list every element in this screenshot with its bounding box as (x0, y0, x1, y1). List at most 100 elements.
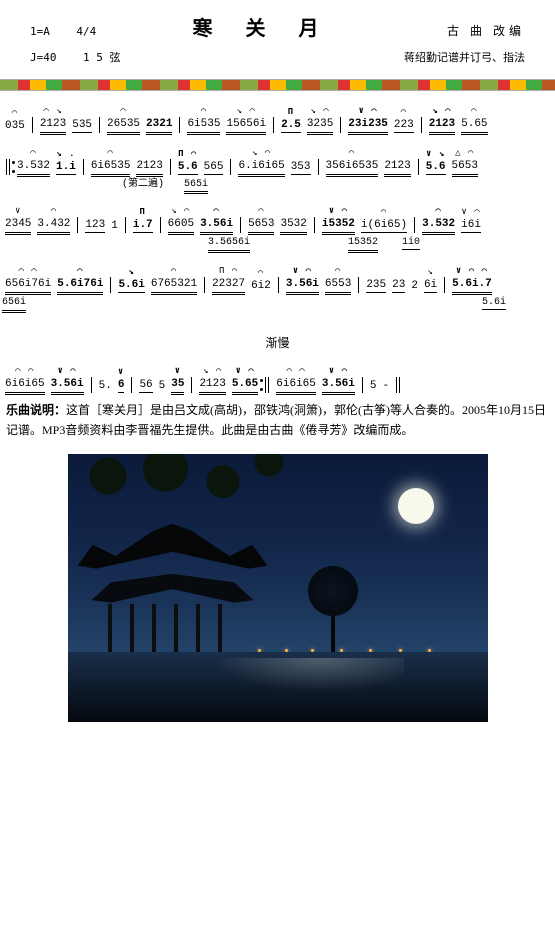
barline (170, 159, 171, 175)
note-group: ⌒3.532 (422, 218, 455, 233)
barline (444, 277, 445, 293)
note-group: ⌒3.432 (37, 218, 70, 233)
note-group: ∨35 (171, 378, 184, 393)
note-group: ⌒6765321 (151, 278, 197, 293)
note-group: ↘ ⌒15656i (226, 118, 266, 133)
score-line: ∨2345⌒3.4321231Πi.7↘ ⌒6605⌒3.56i⌒5653353… (2, 217, 553, 233)
note-group: ⌒6553 (325, 278, 351, 293)
note-group: ↘ ⌒2123 (199, 378, 225, 393)
note-group: ⌒6i535 (187, 118, 220, 133)
note-group: ↘ ⌒6605 (168, 218, 194, 233)
note-group: 2 (411, 280, 418, 293)
note-group: 2321 (146, 118, 172, 133)
score-line: ⌒ ⌒6i6i65∨ ⌒3.56i5.∨6565∨35↘ ⌒2123∨ ⌒5.6… (2, 377, 553, 393)
score-subline: 3.5656i153521i0 (2, 237, 553, 251)
barline (314, 217, 315, 233)
note-group: ⌒ ⌒6i6i65 (276, 378, 316, 393)
barline (230, 159, 231, 175)
desc-label: 乐曲说明： (6, 403, 66, 417)
note-group: 5 (370, 380, 377, 393)
foliage (68, 454, 292, 518)
note-group: 353 (291, 161, 311, 175)
note-group: ⌒6i6535 (91, 160, 131, 175)
note-group: ↘ ⌒6.i6i65 (238, 160, 284, 175)
note-group: ⌒3.532 (17, 160, 50, 175)
barline (179, 117, 180, 133)
note-group: Π ⌒22327 (212, 278, 245, 293)
water (68, 652, 488, 722)
score-subline: (第二遍)565i (122, 179, 553, 191)
note-group: ⌒26535 (107, 118, 140, 133)
note-group: 565 (204, 161, 224, 175)
barline (131, 377, 132, 393)
barline (418, 159, 419, 175)
score-header: 1=A 4/4 寒 关 月 古 曲 改编 J=40 1 5 弦 蒋绍勤记谱并订弓… (0, 0, 555, 73)
note-group: ⌒ ⌒656i76i (5, 278, 51, 293)
score-subline: 656i5.6i (2, 297, 553, 311)
decorative-strip (0, 79, 555, 91)
barline (110, 277, 111, 293)
key-sig: 1=A (30, 25, 50, 38)
pavilion (78, 514, 268, 664)
barline (160, 217, 161, 233)
moon-icon (398, 488, 434, 524)
note-group: ⌒5.65 (461, 118, 487, 133)
note-group: ⌒ ↘2123 (40, 118, 66, 133)
barline (340, 117, 341, 133)
note-group: 123 (85, 219, 105, 233)
jianpu-score: ⌒035⌒ ↘2123535⌒265352321⌒6i535↘ ⌒15656iΠ… (0, 117, 555, 393)
barline (191, 377, 192, 393)
tempo-string: J=40 1 5 弦 (30, 49, 150, 65)
desc-text: 这首［寒关月］是由吕文成(高胡)，邵铁鸿(洞箫)，郭伦(古筝)等人合奏的。200… (6, 403, 546, 436)
note-group: 2123 (136, 160, 162, 175)
note-group: ∨6 (118, 379, 125, 393)
barline (240, 217, 241, 233)
barline (91, 377, 92, 393)
note-group: 5 (159, 380, 166, 393)
note-group: ∨ ⌒i6i (461, 219, 481, 233)
note-group: ⌒ ⌒6i6i65 (5, 378, 45, 393)
score-line: ⌒3.532↘ .1.i⌒6i65352123Π ⌒5.6565↘ ⌒6.i6i… (2, 159, 553, 175)
piece-description: 乐曲说明：这首［寒关月］是由吕文成(高胡)，邵铁鸿(洞箫)，郭伦(古筝)等人合奏… (0, 393, 555, 439)
double-barline (6, 159, 10, 175)
tree (308, 566, 358, 656)
tempo-direction: 渐慢 (2, 337, 553, 351)
key-time: 1=A 4/4 (30, 25, 150, 38)
credit-transcribe: 蒋绍勤记谱并订弓、指法 (150, 49, 525, 65)
note-group: ↘6i (424, 279, 437, 293)
barline (83, 159, 84, 175)
note-group: ∨ ⌒3.56i (51, 378, 84, 393)
note-group: ⌒i(6i65) (361, 219, 407, 233)
night-painting (68, 454, 488, 722)
double-barline (396, 377, 400, 393)
note-group: Π2.5 (281, 119, 301, 133)
note-group: ∨ ⌒3.56i (322, 378, 355, 393)
barline (278, 277, 279, 293)
note-group: 23 (392, 279, 405, 293)
note-group: ⌒5.6i76i (57, 278, 103, 293)
note-group: ⌒5653 (248, 218, 274, 233)
barline (414, 217, 415, 233)
note-group: ∨ ⌒3.56i (286, 278, 319, 293)
note-group: ∨ ⌒23i235 (348, 118, 388, 133)
piece-title: 寒 关 月 (150, 12, 375, 41)
note-group: 5. (99, 380, 112, 393)
credit-arrange: 古 曲 改编 (375, 22, 525, 39)
note-group: ↘ ⌒2123 (429, 118, 455, 133)
barline (125, 217, 126, 233)
note-group: ↘5.6i (118, 279, 144, 293)
note-group: ∨2345 (5, 218, 31, 233)
barline (318, 159, 319, 175)
double-barline (265, 377, 269, 393)
score-line: ⌒ ⌒656i76i ⌒5.6i76i ↘5.6i ⌒6765321 Π ⌒22327 ⌒… (2, 277, 553, 293)
barline (358, 277, 359, 293)
note-group: ⌒035 (5, 120, 25, 133)
note-group: - (383, 380, 390, 393)
note-group: Π ⌒5.6 (178, 161, 198, 175)
barline (362, 377, 363, 393)
note-group: ∨ ⌒i5352 (322, 218, 355, 233)
note-group: ⌒3.56i (200, 218, 233, 233)
tuning: 1 5 弦 (83, 51, 121, 64)
barline (421, 117, 422, 133)
tempo-mark: J=40 (30, 51, 57, 64)
